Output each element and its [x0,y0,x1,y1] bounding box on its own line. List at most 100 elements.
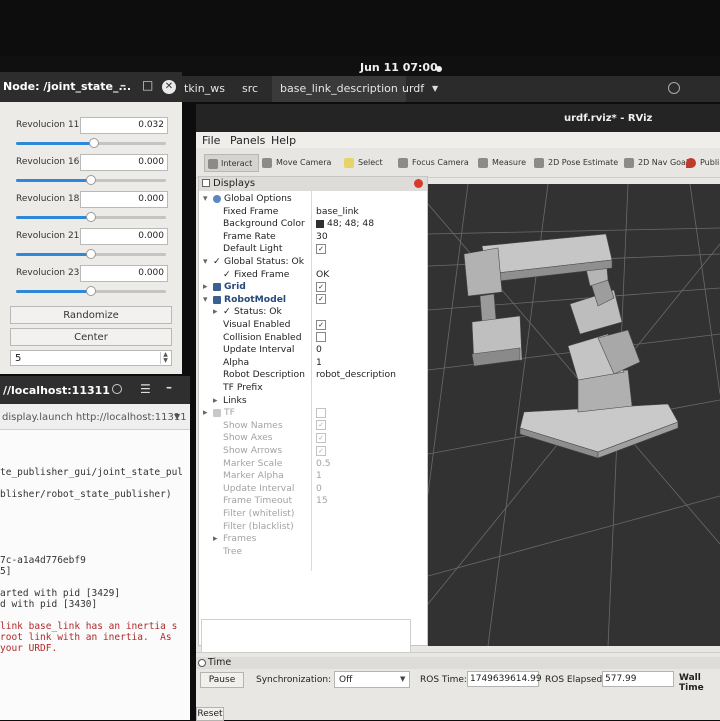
checkbox-checked[interactable]: ✓ [316,420,326,431]
checkbox-unchecked[interactable] [316,332,326,343]
joint-value-field[interactable]: 0.000 [80,154,168,171]
tree-row[interactable]: Frame Timeout 15 [199,495,427,508]
property-value[interactable]: OK [316,269,329,282]
tree-row[interactable]: Show Arrows ✓ [199,445,427,458]
tool-interact[interactable]: Interact [204,154,260,172]
menu-panels[interactable]: Panels [230,134,265,147]
terminal-tab[interactable]: display.launch http://localhost:11311 [2,412,187,423]
terminal-titlebar[interactable]: //localhost:11311 ☰ – [0,376,190,404]
joint-slider[interactable] [16,175,166,185]
rviz-titlebar[interactable]: urdf.rviz* - RViz [196,104,720,132]
expand-down-icon[interactable]: ▾ [203,294,208,307]
randomize-button[interactable]: Randomize [10,306,172,324]
property-value[interactable]: ✓ [316,319,326,332]
color-swatch[interactable] [316,219,324,228]
menu-file[interactable]: File [202,134,220,147]
tool-nav-goal[interactable]: 2D Nav Goal [624,154,688,172]
tree-row[interactable]: Frame Rate 30 [199,231,427,244]
joint-slider-handle[interactable] [89,138,99,148]
checkbox-unchecked[interactable] [316,407,326,418]
checkbox-checked[interactable]: ✓ [316,432,326,443]
expand-right-icon[interactable]: ▸ [203,281,208,294]
joint-slider-handle[interactable] [86,212,96,222]
maximize-icon[interactable]: □ [142,78,153,92]
close-icon[interactable] [414,179,423,188]
expand-right-icon[interactable]: ▸ [213,533,218,546]
property-value[interactable] [316,407,326,420]
reset-button[interactable]: Reset [196,707,224,721]
tree-row[interactable]: ▸ ✓ Status: Ok [199,306,427,319]
tool-move-camera[interactable]: Move Camera [262,154,331,172]
tree-row[interactable]: Marker Scale 0.5 [199,458,427,471]
tree-row[interactable]: Robot Description robot_description [199,369,427,382]
tree-row[interactable]: Show Names ✓ [199,420,427,433]
property-value[interactable]: 0.5 [316,458,331,471]
property-value[interactable]: base_link [316,206,359,219]
property-value[interactable]: ✓ [316,281,326,294]
joint-spinbox[interactable]: 5 ▲ ▼ [10,350,172,366]
joint-value-field[interactable]: 0.000 [80,228,168,245]
jsp-titlebar[interactable]: Node: /joint_state_... – □ ✕ [0,72,182,102]
property-value[interactable]: ✓ [316,243,326,256]
property-value[interactable]: 1 [316,470,322,483]
center-button[interactable]: Center [10,328,172,346]
hamburger-menu-icon[interactable]: ☰ [140,382,151,396]
tree-row[interactable]: Visual Enabled ✓ [199,319,427,332]
path-segment-src[interactable]: src [234,76,266,102]
joint-slider-handle[interactable] [86,286,96,296]
property-value[interactable]: 0 [316,344,322,357]
tree-row[interactable]: ▾ Global Options [199,193,427,206]
tab-dropdown-icon[interactable]: ▼ [174,412,180,421]
tree-row[interactable]: Filter (blacklist) [199,521,427,534]
path-dropdown-icon[interactable]: ▼ [432,84,438,93]
search-icon[interactable] [112,384,122,394]
property-value[interactable]: 48; 48; 48 [316,218,374,231]
close-icon[interactable]: ✕ [162,80,176,94]
expand-right-icon[interactable]: ▸ [213,395,218,408]
tree-row[interactable]: ▸ Frames [199,533,427,546]
tree-row[interactable]: Update Interval 0 [199,483,427,496]
3d-viewport[interactable] [428,184,720,646]
property-value[interactable]: ✓ [316,294,326,307]
tree-row[interactable]: ▸ Links [199,395,427,408]
expand-down-icon[interactable]: ▾ [203,256,208,269]
joint-slider[interactable] [16,249,166,259]
checkbox-checked[interactable]: ✓ [316,281,326,292]
path-segment-urdf[interactable]: urdf [394,76,432,102]
path-segment-tkin-ws[interactable]: tkin_ws [176,76,233,102]
tool-focus-camera[interactable]: Focus Camera [398,154,469,172]
tree-row[interactable]: Fixed Frame base_link [199,206,427,219]
minimize-icon[interactable]: – [120,78,126,92]
tree-row[interactable]: ▸ TF [199,407,427,420]
tree-row[interactable]: Filter (whitelist) [199,508,427,521]
sync-select[interactable]: Off [334,671,410,688]
chevron-down-icon[interactable]: ▼ [400,675,405,683]
tree-row[interactable]: Tree [199,546,427,559]
tree-row[interactable]: Update Interval 0 [199,344,427,357]
joint-slider-handle[interactable] [86,175,96,185]
tree-row[interactable]: Show Axes ✓ [199,432,427,445]
joint-slider-handle[interactable] [86,249,96,259]
property-value[interactable]: robot_description [316,369,396,382]
checkbox-checked[interactable]: ✓ [316,445,326,456]
joint-slider[interactable] [16,212,166,222]
property-value[interactable] [316,332,326,345]
search-icon[interactable] [668,82,680,94]
ros-time-field[interactable]: 1749639614.99 [467,671,542,687]
tool-pose-estimate[interactable]: 2D Pose Estimate [534,154,618,172]
tree-row[interactable]: Default Light ✓ [199,243,427,256]
robot-arm-render[interactable] [428,184,720,646]
property-value[interactable]: 1 [316,357,322,370]
expand-right-icon[interactable]: ▸ [213,306,218,319]
property-value[interactable]: 0 [316,483,322,496]
tree-row[interactable]: Background Color 48; 48; 48 [199,218,427,231]
property-value[interactable]: 15 [316,495,328,508]
tree-row[interactable]: ▾ ✓ Global Status: Ok [199,256,427,269]
checkbox-checked[interactable]: ✓ [316,319,326,330]
expand-right-icon[interactable]: ▸ [203,407,208,420]
pause-button[interactable]: Pause [200,672,244,688]
property-value[interactable]: 30 [316,231,328,244]
tree-row[interactable]: Alpha 1 [199,357,427,370]
menu-help[interactable]: Help [271,134,296,147]
tree-row[interactable]: Marker Alpha 1 [199,470,427,483]
